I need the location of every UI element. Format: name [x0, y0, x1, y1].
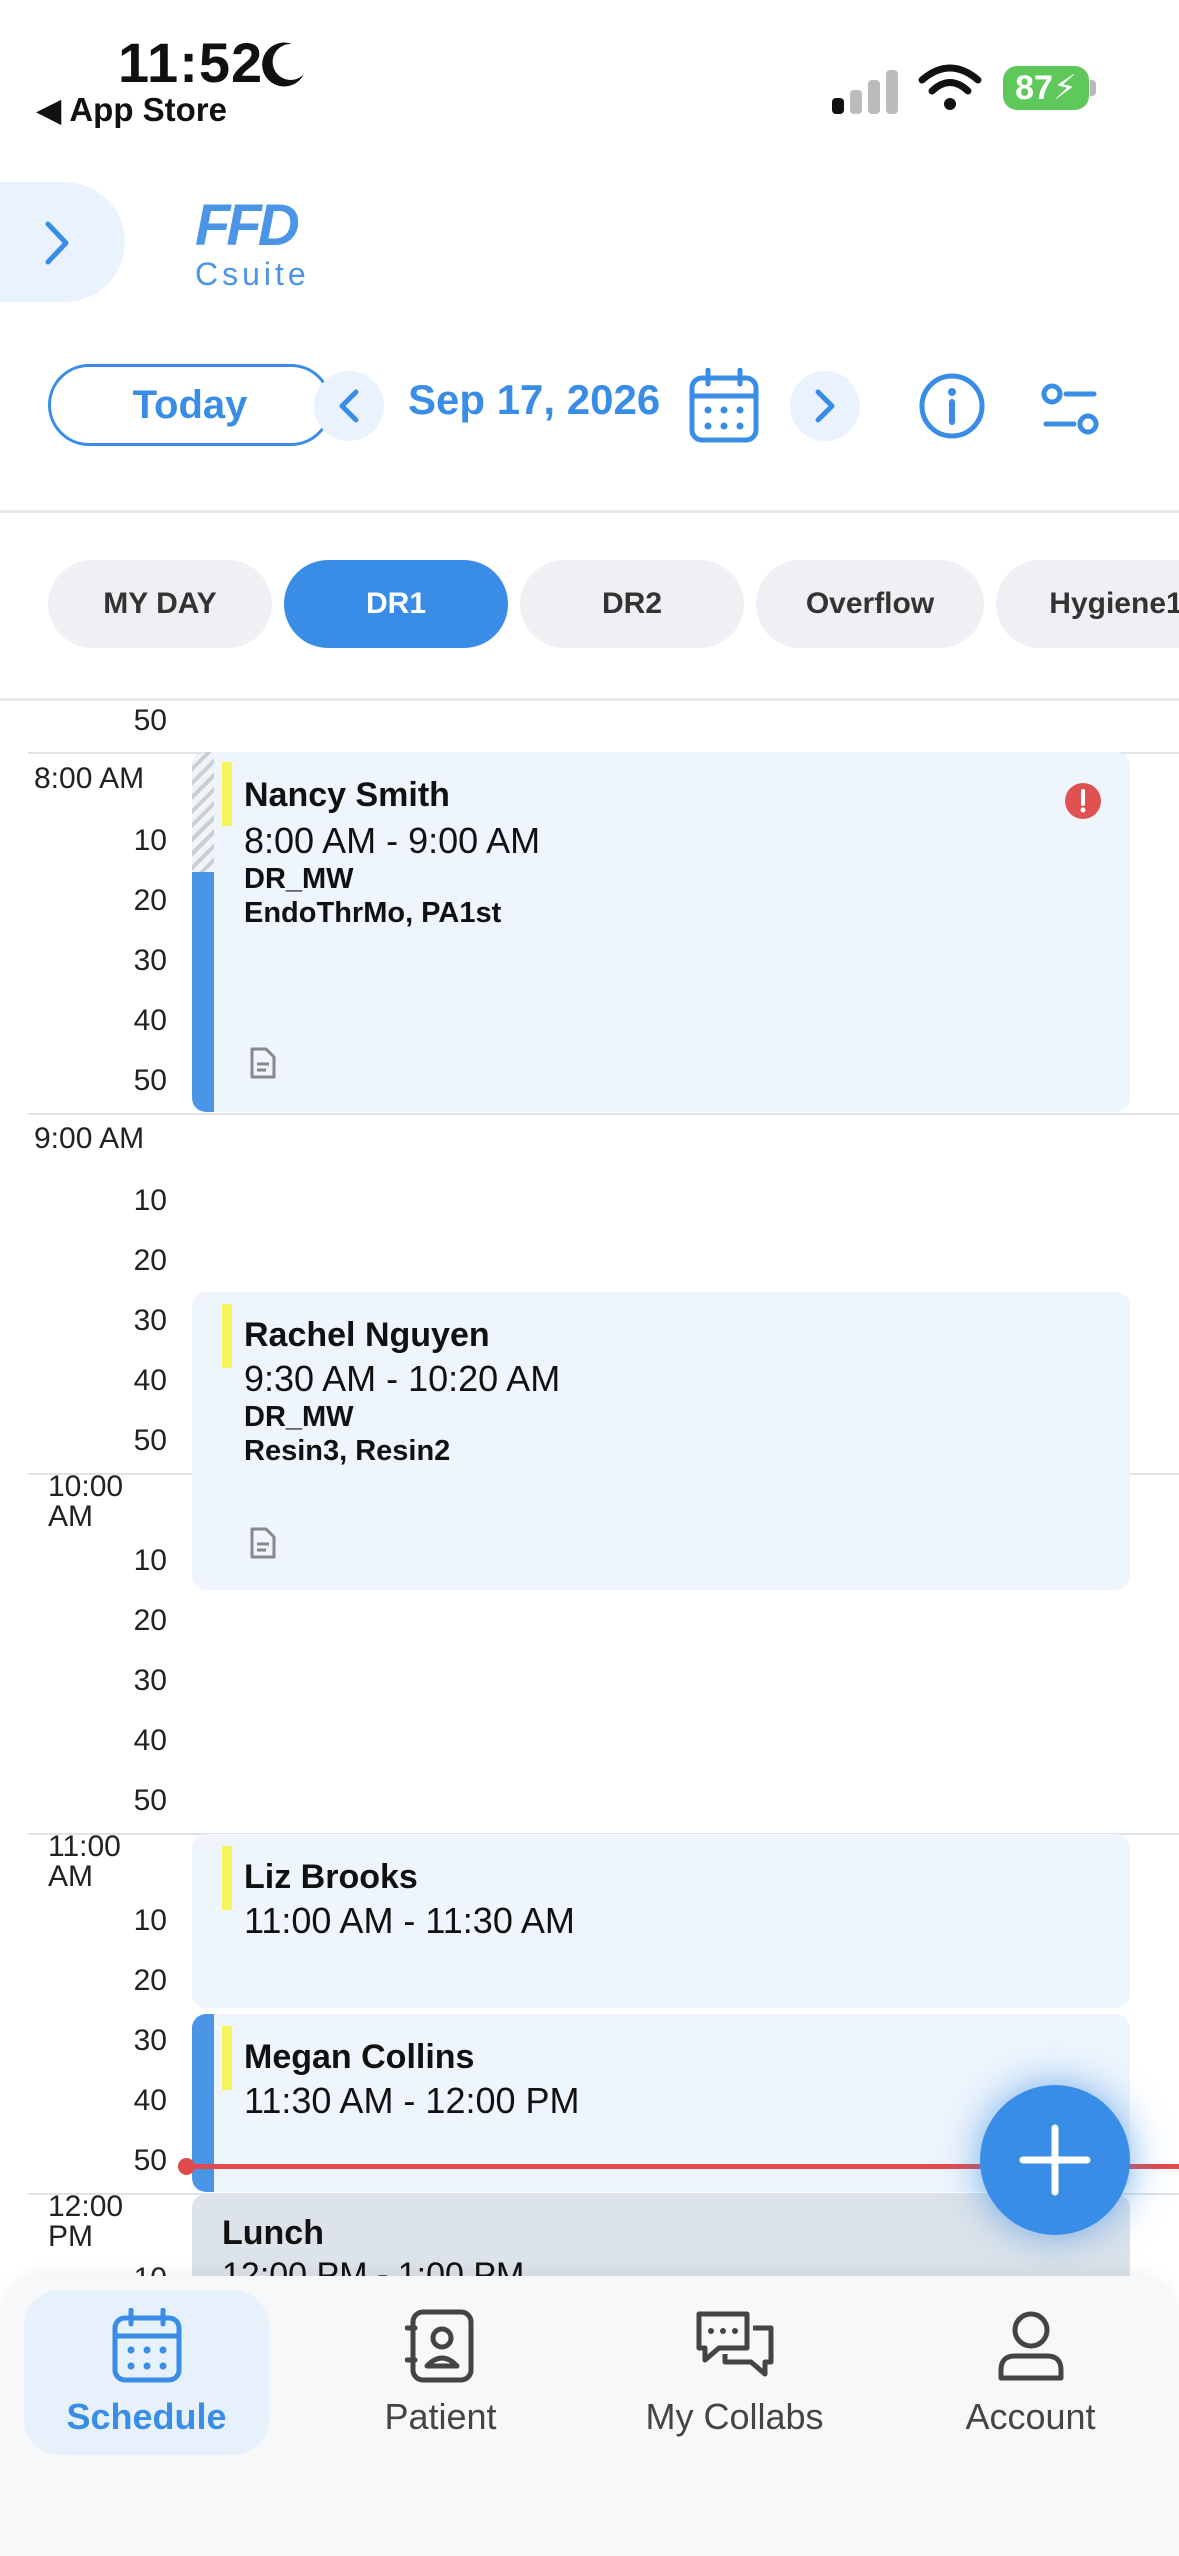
alert-icon[interactable] — [1064, 782, 1102, 820]
filter-settings-icon[interactable] — [1040, 380, 1100, 440]
appointment-color-tag — [222, 1304, 232, 1368]
minute-label: 30 — [133, 1304, 167, 1337]
appointment-procedures: EndoThrMo, PA1st — [244, 897, 502, 929]
minute-label: 30 — [133, 2024, 167, 2057]
previous-day-button[interactable] — [314, 371, 384, 441]
minute-label: 40 — [133, 1724, 167, 1757]
minute-label: 50 — [133, 1424, 167, 1457]
minute-label: 50 — [133, 704, 167, 737]
calendar-icon — [112, 2307, 181, 2382]
appointment-provider: DR_MW — [244, 1401, 354, 1433]
tab-dr1[interactable]: DR1 — [284, 560, 508, 648]
minute-label: 20 — [133, 1604, 167, 1637]
minute-label: 20 — [133, 884, 167, 917]
hour-label: 9:00 AM — [34, 1122, 145, 1155]
chevron-right-icon — [815, 389, 835, 423]
checked-in-pattern — [192, 752, 214, 872]
current-date[interactable]: Sep 17, 2026 — [408, 376, 660, 424]
hour-label: 11:00 AM — [48, 1830, 121, 1893]
minute-label: 40 — [133, 1004, 167, 1037]
appointment-time: 11:30 AM - 12:00 PM — [244, 2080, 580, 2121]
nav-account[interactable]: Account — [908, 2290, 1153, 2455]
tab-dr2[interactable]: DR2 — [520, 560, 744, 648]
appointment-provider: DR_MW — [244, 863, 354, 895]
moon-icon — [262, 42, 304, 87]
chevron-right-icon — [45, 221, 69, 265]
minute-label: 10 — [133, 1904, 167, 1937]
document-icon — [250, 1527, 276, 1559]
minute-label: 20 — [133, 1244, 167, 1277]
minute-label: 10 — [133, 1544, 167, 1577]
patient-icon — [404, 2309, 473, 2382]
appointment-time: 8:00 AM - 9:00 AM — [244, 820, 541, 861]
wifi-icon — [918, 64, 982, 110]
nav-label: Account — [965, 2395, 1096, 2437]
app-logo: FFD Csuite — [195, 193, 310, 293]
minute-label: 50 — [133, 2144, 167, 2177]
back-to-app-link[interactable]: ◀ App Store — [36, 90, 227, 129]
patient-name: Rachel Nguyen — [244, 1316, 490, 1354]
tabs-divider — [0, 698, 1179, 701]
add-appointment-button[interactable] — [980, 2085, 1130, 2235]
logo-mark: FFD — [195, 193, 300, 258]
logo-subtitle: Csuite — [195, 256, 310, 292]
today-button[interactable]: Today — [48, 364, 332, 446]
appointment-card[interactable]: Rachel Nguyen 9:30 AM - 10:20 AM DR_MW R… — [192, 1292, 1130, 1590]
nav-label: Patient — [384, 2395, 497, 2437]
battery-nub — [1090, 80, 1096, 96]
plus-icon — [1019, 2124, 1091, 2196]
minute-label: 20 — [133, 1964, 167, 1997]
account-icon — [998, 2311, 1063, 2380]
tab-hygiene1[interactable]: Hygiene1 — [996, 560, 1179, 648]
nav-label: My Collabs — [645, 2395, 824, 2437]
chat-icon — [696, 2311, 773, 2376]
minute-label: 30 — [133, 1664, 167, 1697]
header-divider — [0, 510, 1179, 513]
hour-label: 10:00 AM — [48, 1470, 124, 1533]
appointment-time: 9:30 AM - 10:20 AM — [244, 1358, 561, 1399]
battery-indicator: 87 ⚡ — [1003, 66, 1089, 110]
nav-my-collabs[interactable]: My Collabs — [612, 2290, 857, 2455]
appointment-color-tag — [222, 2026, 232, 2090]
cellular-signal-icon — [832, 70, 898, 114]
appointment-color-tag — [222, 762, 232, 826]
info-icon[interactable] — [918, 372, 986, 440]
hour-label: 8:00 AM — [34, 762, 145, 795]
tab-overflow[interactable]: Overflow — [756, 560, 984, 648]
patient-name: Megan Collins — [244, 2038, 475, 2076]
back-app-label: App Store — [69, 91, 227, 128]
tab-my-day[interactable]: MY DAY — [48, 560, 272, 648]
appointment-color-tag — [222, 1846, 232, 1910]
document-icon — [250, 1047, 276, 1079]
hour-label: 12:00 PM — [48, 2190, 124, 2253]
minute-label: 10 — [133, 1184, 167, 1217]
chevron-left-icon — [339, 389, 359, 423]
minute-label: 50 — [133, 1064, 167, 1097]
appointment-time: 11:00 AM - 11:30 AM — [244, 1900, 575, 1941]
calendar-picker-icon[interactable] — [688, 368, 760, 446]
nav-patient[interactable]: Patient — [318, 2290, 563, 2455]
minute-label: 50 — [133, 1784, 167, 1817]
hour-line — [28, 1113, 1179, 1115]
nav-schedule[interactable]: Schedule — [24, 2290, 269, 2455]
patient-name: Liz Brooks — [244, 1858, 418, 1896]
block-title: Lunch — [222, 2214, 324, 2252]
minute-label: 40 — [133, 1364, 167, 1397]
next-day-button[interactable] — [790, 371, 860, 441]
minute-label: 10 — [133, 824, 167, 857]
patient-name: Nancy Smith — [244, 776, 450, 814]
appointment-card[interactable]: Nancy Smith 8:00 AM - 9:00 AM DR_MW Endo… — [192, 752, 1130, 1112]
current-time-dot — [178, 2158, 195, 2175]
minute-label: 40 — [133, 2084, 167, 2117]
appointment-card[interactable]: Liz Brooks 11:00 AM - 11:30 AM — [192, 1834, 1130, 2008]
sidebar-toggle-button[interactable] — [0, 182, 125, 302]
nav-label: Schedule — [66, 2395, 227, 2437]
minute-label: 30 — [133, 944, 167, 977]
battery-level: 87 — [1015, 68, 1053, 107]
appointment-procedures: Resin3, Resin2 — [244, 1435, 451, 1467]
status-time: 11:52 — [118, 31, 264, 94]
